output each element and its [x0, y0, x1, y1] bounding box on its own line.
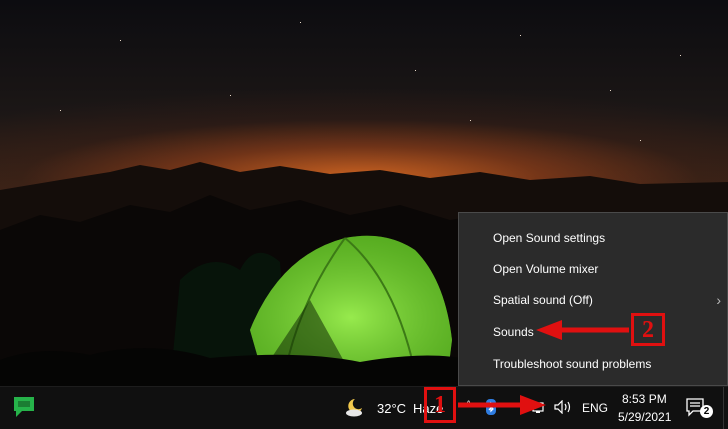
show-hidden-icons-button[interactable]: ^ — [466, 399, 471, 411]
moon-cloud-icon[interactable] — [343, 396, 365, 418]
input-language-indicator[interactable]: ENG — [582, 401, 608, 415]
menu-item-spatial-sound[interactable]: Spatial sound (Off) › — [459, 285, 727, 315]
menu-item-label: Troubleshoot sound problems — [493, 357, 652, 371]
speaker-volume-icon[interactable] — [554, 399, 574, 415]
weather-temperature[interactable]: 32°C — [377, 401, 406, 416]
menu-item-label: Spatial sound (Off) — [493, 293, 593, 307]
bluetooth-icon[interactable] — [485, 399, 497, 415]
menu-item-label: Open Volume mixer — [493, 262, 599, 276]
chevron-right-icon: › — [716, 292, 721, 308]
menu-item-open-sound-settings[interactable]: Open Sound settings — [459, 223, 727, 253]
menu-item-label: Sounds — [493, 325, 534, 339]
clock-time[interactable]: 8:53 PM — [622, 392, 667, 406]
annotation-step-2: 2 — [631, 313, 665, 346]
chat-app-icon[interactable] — [8, 393, 40, 423]
network-icon[interactable] — [532, 400, 548, 414]
sound-context-menu: Open Sound settings Open Volume mixer Sp… — [458, 212, 728, 386]
menu-item-label: Open Sound settings — [493, 231, 606, 245]
menu-item-open-volume-mixer[interactable]: Open Volume mixer — [459, 254, 727, 284]
annotation-step-1: 1 — [424, 387, 456, 423]
show-desktop-button[interactable] — [723, 387, 728, 429]
notification-count-badge: 2 — [700, 405, 713, 418]
menu-item-troubleshoot-sound[interactable]: Troubleshoot sound problems — [459, 349, 727, 379]
menu-item-sounds[interactable]: Sounds — [459, 317, 727, 347]
taskbar: 32°C Haze ^ ENG 8:53 PM 5/29/2021 2 — [0, 386, 728, 429]
clock-date[interactable]: 5/29/2021 — [618, 410, 671, 424]
